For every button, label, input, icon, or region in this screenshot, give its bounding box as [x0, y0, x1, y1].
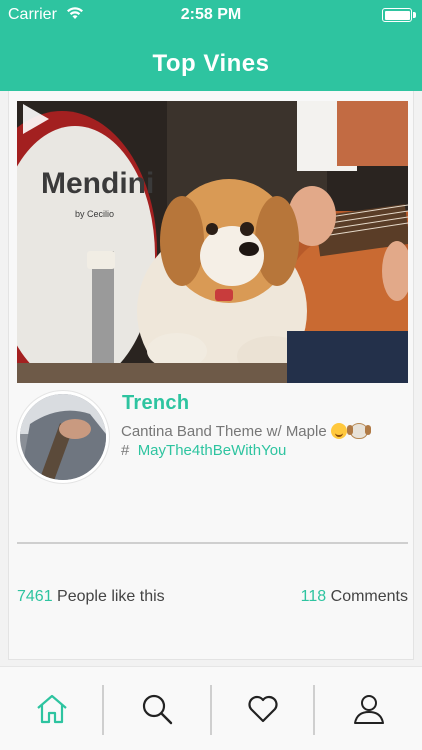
battery-icon — [382, 8, 416, 22]
vine-title[interactable]: Trench — [122, 392, 189, 415]
likes-count: 7461 — [17, 588, 53, 605]
vine-card: Mendini by Cecilio Trench Cantina Band T… — [8, 91, 414, 660]
tab-likes[interactable] — [212, 667, 313, 750]
likes-stat[interactable]: 7461 People like this — [17, 588, 165, 606]
smiling-face-emoji — [330, 423, 347, 439]
hashtag-symbol: # — [121, 442, 130, 459]
tab-home[interactable] — [0, 667, 103, 750]
tab-bar — [0, 666, 422, 750]
description-line: Cantina Band Theme w/ Maple — [121, 422, 407, 441]
dog-face-emoji — [346, 423, 371, 439]
hashtag-link[interactable]: MayThe4thBeWithYou — [138, 442, 287, 459]
tab-profile[interactable] — [315, 667, 422, 750]
search-icon — [142, 694, 173, 725]
comments-count: 118 — [300, 588, 327, 605]
video-player[interactable]: Mendini by Cecilio — [17, 101, 408, 383]
drum-brand-text: Mendini — [41, 167, 154, 200]
app-header: Carrier 2:58 PM Top Vines — [0, 0, 422, 91]
drum-brand-sub-text: by Cecilio — [75, 209, 114, 219]
video-thumbnail: Mendini by Cecilio — [17, 101, 408, 383]
status-bar: Carrier 2:58 PM — [0, 0, 422, 30]
user-icon — [353, 695, 384, 724]
page-title: Top Vines — [152, 50, 270, 77]
play-icon[interactable] — [17, 101, 53, 137]
home-icon — [36, 694, 67, 724]
likes-label: People like this — [57, 588, 165, 605]
vine-description: Cantina Band Theme w/ Maple # MayThe4thB… — [121, 422, 407, 460]
comments-stat[interactable]: 118 Comments — [301, 588, 408, 606]
avatar-image — [20, 394, 106, 480]
tab-search[interactable] — [104, 667, 210, 750]
heart-icon — [247, 695, 278, 723]
avatar[interactable] — [17, 391, 109, 483]
clock: 2:58 PM — [180, 6, 242, 23]
description-text: Cantina Band Theme w/ Maple — [121, 423, 327, 440]
comments-label: Comments — [330, 588, 408, 605]
hashtag-line: # MayThe4thBeWithYou — [121, 441, 407, 460]
divider — [17, 542, 408, 544]
